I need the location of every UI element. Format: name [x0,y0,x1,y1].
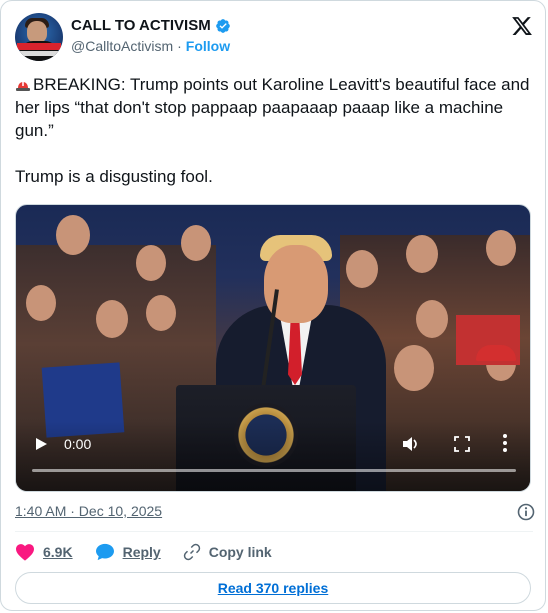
video-current-time: 0:00 [64,436,92,452]
fullscreen-icon[interactable] [454,436,470,452]
rotating-light-emoji-icon [16,82,30,91]
divider [15,531,533,532]
author-avatar[interactable] [15,13,63,61]
tweet-header: CALL TO ACTIVISM @CalltoActivism · Follo… [15,13,535,61]
tweet-timestamp[interactable]: 1:40 AM · Dec 10, 2025 [15,503,162,519]
tweet-meta-row: 1:40 AM · Dec 10, 2025 [15,503,535,523]
link-icon [183,543,200,561]
follow-button[interactable]: Follow [186,38,230,54]
author-display-name[interactable]: CALL TO ACTIVISM [71,17,211,34]
tweet-body-text: BREAKING: Trump points out Karoline Leav… [15,75,530,186]
heart-icon [16,544,34,561]
volume-icon[interactable] [402,436,420,452]
red-hat [476,345,516,361]
copy-link-button[interactable]: Copy link [183,543,272,561]
copy-link-label[interactable]: Copy link [209,544,272,560]
more-icon[interactable] [502,433,508,453]
reply-button[interactable]: Reply [95,543,161,561]
comment-bubble-icon [95,543,114,561]
x-logo-icon[interactable] [511,15,533,37]
author-handle-row: @CalltoActivism · Follow [71,38,230,54]
read-replies-button[interactable]: Read 370 replies [15,572,531,604]
tweet-actions: 6.9K Reply Copy link [15,542,294,562]
like-button[interactable]: 6.9K [15,543,73,561]
author-handle[interactable]: @CalltoActivism [71,38,173,54]
author-name-row: CALL TO ACTIVISM [71,17,231,34]
reply-label[interactable]: Reply [123,544,161,560]
tweet-text-container: BREAKING: Trump points out Karoline Leav… [15,73,535,188]
verified-badge-icon [215,18,230,33]
video-player[interactable]: 0:00 [15,204,531,492]
separator-dot: · [177,38,182,54]
tweet-card: CALL TO ACTIVISM @CalltoActivism · Follo… [0,0,546,611]
like-count[interactable]: 6.9K [43,544,73,560]
video-progress-bar[interactable] [32,469,516,472]
info-icon[interactable] [517,503,535,521]
play-icon[interactable] [34,437,48,451]
